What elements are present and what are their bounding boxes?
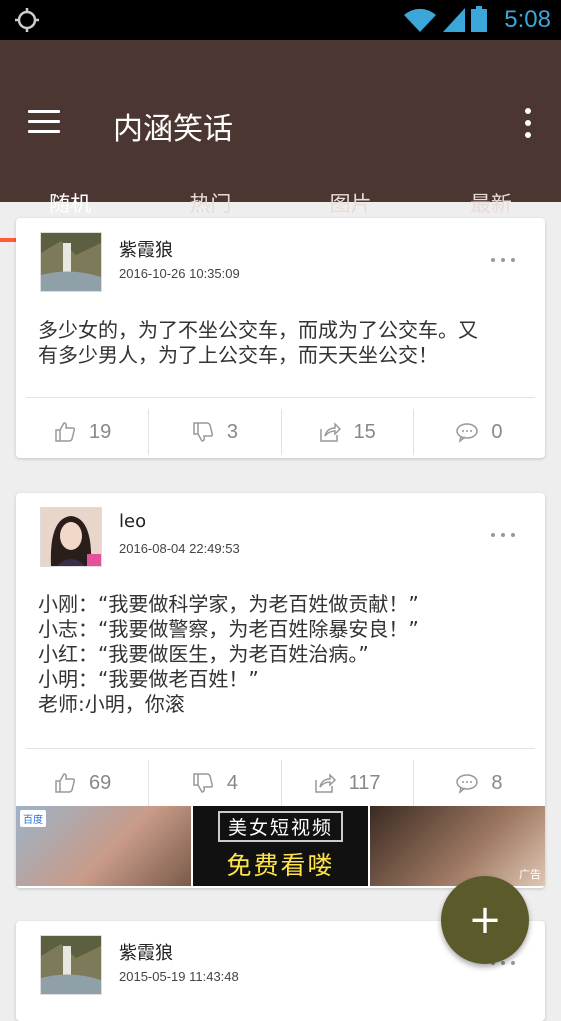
post-card: leo 2016-08-04 22:49:53 小刚：“我要做科学家，为老百姓做…: [16, 493, 545, 888]
status-time: 5:08: [504, 6, 551, 33]
comment-button[interactable]: 0: [412, 407, 545, 457]
post-time: 2016-08-04 22:49:53: [119, 541, 240, 556]
thumbs-down-icon: [193, 773, 213, 793]
more-options-icon[interactable]: [491, 533, 515, 539]
username[interactable]: 紫霞狼: [119, 939, 173, 965]
ad-source-badge: 百度: [20, 810, 46, 827]
ad-image[interactable]: 广告: [370, 806, 545, 886]
share-icon: [314, 773, 336, 793]
post-actions: 19 3 15 0: [16, 407, 545, 457]
share-count: 117: [348, 771, 381, 794]
like-button[interactable]: 19: [16, 407, 148, 457]
content-line: 多少女的，为了不坐公交车，而成为了公交车。又: [38, 318, 478, 342]
ad-image[interactable]: 百度: [16, 806, 191, 886]
share-icon: [319, 422, 341, 442]
content-line: 小红：“我要做医生，为老百姓治病。”: [38, 642, 369, 666]
post-time: 2015-05-19 11:43:48: [119, 969, 239, 984]
post-card: 紫霞狼 2016-10-26 10:35:09 多少女的，为了不坐公交车，而成为…: [16, 218, 545, 458]
ad-headline: 美女短视频: [217, 810, 343, 842]
avatar[interactable]: [40, 507, 102, 567]
battery-icon: [471, 6, 487, 32]
dislike-button[interactable]: 4: [148, 758, 280, 808]
share-button[interactable]: 117: [280, 758, 413, 808]
share-count: 15: [353, 420, 376, 443]
post-actions: 69 4 117 8: [16, 758, 545, 808]
app-title: 内涵笑话: [113, 112, 233, 147]
content-line: 老师:小明，你滚: [38, 692, 185, 716]
comment-count: 0: [491, 420, 503, 443]
dislike-button[interactable]: 3: [148, 407, 280, 457]
ad-label: 广告: [519, 868, 541, 881]
app-bar: 内涵笑话 随机 热门 图片 最新: [0, 40, 561, 242]
content-line: 小刚：“我要做科学家，为老百姓做贡献！”: [38, 592, 419, 616]
comment-button[interactable]: 8: [412, 758, 545, 808]
comment-count: 8: [491, 771, 503, 794]
avatar[interactable]: [40, 935, 102, 995]
signal-icon: [443, 8, 465, 32]
wifi-icon: [404, 8, 436, 32]
like-count: 69: [89, 771, 112, 794]
divider: [26, 748, 535, 749]
plus-icon: +: [468, 897, 502, 943]
dislike-count: 4: [226, 771, 238, 794]
ad-subline: 免费看喽: [226, 850, 335, 880]
divider: [26, 397, 535, 398]
more-options-icon[interactable]: [491, 258, 515, 264]
share-button[interactable]: 15: [280, 407, 413, 457]
ad-banner[interactable]: 百度 美女短视频 免费看喽 广告: [16, 806, 545, 886]
content-line: 小明：“我要做老百姓！”: [38, 667, 259, 691]
thumbs-up-icon: [55, 773, 76, 793]
status-icons: [403, 6, 487, 32]
like-button[interactable]: 69: [16, 758, 148, 808]
username[interactable]: 紫霞狼: [119, 236, 173, 262]
content-line: 有多少男人，为了上公交车，而天天坐公交！: [38, 343, 438, 367]
dislike-count: 3: [226, 420, 238, 443]
ad-text-panel[interactable]: 美女短视频 免费看喽: [193, 806, 368, 886]
username[interactable]: leo: [119, 511, 146, 532]
post-content: 多少女的，为了不坐公交车，而成为了公交车。又 有多少男人，为了上公交车，而天天坐…: [38, 318, 523, 368]
thumbs-down-icon: [193, 422, 213, 442]
avatar[interactable]: [40, 232, 102, 292]
gps-icon: [15, 8, 39, 32]
comment-icon: [456, 774, 479, 794]
overflow-menu-icon[interactable]: [523, 108, 533, 138]
menu-icon[interactable]: [28, 110, 60, 136]
content-line: 小志：“我要做警察，为老百姓除暴安良！”: [38, 617, 419, 641]
add-post-button[interactable]: +: [441, 876, 529, 964]
like-count: 19: [89, 420, 112, 443]
post-content: 小刚：“我要做科学家，为老百姓做贡献！” 小志：“我要做警察，为老百姓除暴安良！…: [38, 592, 523, 717]
status-bar: 5:08: [0, 0, 561, 40]
thumbs-up-icon: [55, 422, 76, 442]
comment-icon: [456, 423, 479, 443]
post-time: 2016-10-26 10:35:09: [119, 266, 240, 281]
